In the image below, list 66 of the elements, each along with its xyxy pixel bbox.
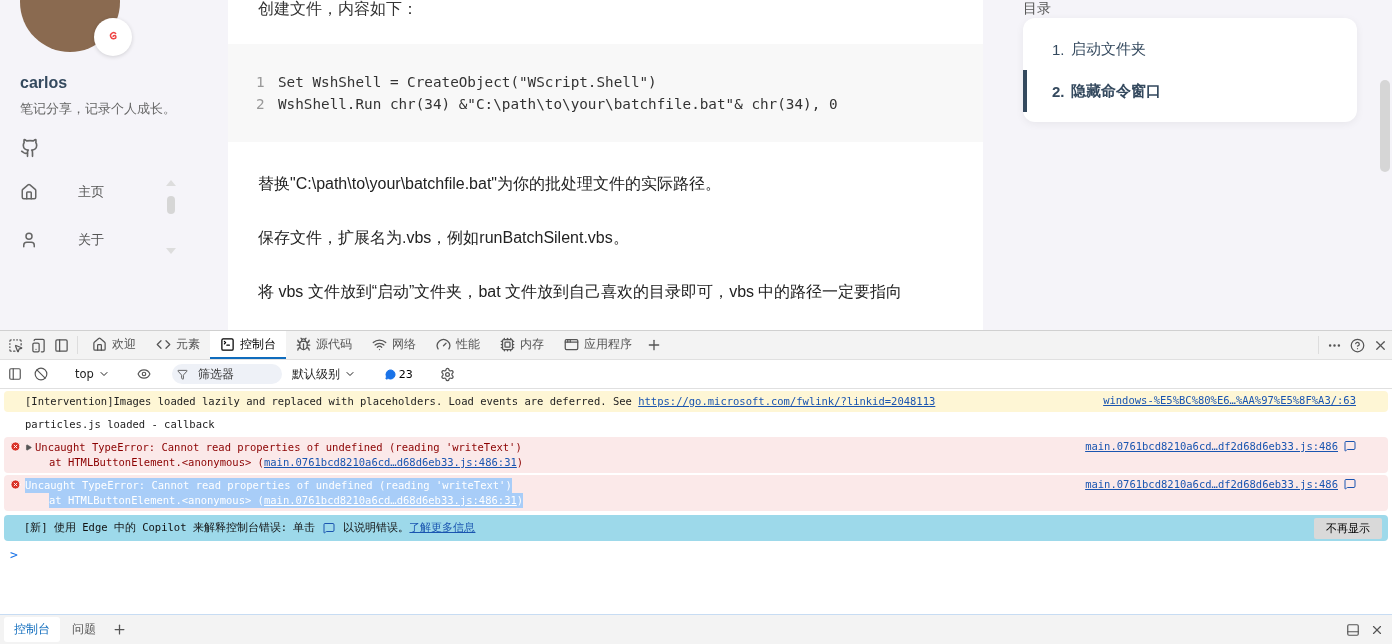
copilot-icon <box>323 522 336 534</box>
devtools-tab[interactable]: 性能 <box>426 331 490 359</box>
error-icon <box>10 441 21 452</box>
message-text: Uncaught TypeError: Cannot read properties of undefined (reading 'writeText') <box>35 440 522 455</box>
dismiss-button[interactable]: 不再显示 <box>1314 517 1382 539</box>
home-icon <box>92 336 107 352</box>
author-bio: 笔记分享，记录个人成长。 <box>20 100 177 118</box>
message-icon <box>384 368 396 380</box>
devtools-tab[interactable]: 源代码 <box>286 331 362 359</box>
stack-text: ) <box>516 455 524 470</box>
toc-link[interactable]: 1. 启动文件夹 <box>1023 28 1357 70</box>
bug-icon <box>296 336 311 352</box>
line-number: 2 <box>256 96 266 112</box>
devtools-tab[interactable]: 应用程序 <box>554 331 642 359</box>
article-paragraph: 保存文件，扩展名为.vbs，例如runBatchSilent.vbs。 <box>257 228 630 248</box>
message-count[interactable]: 23 <box>378 366 419 382</box>
copilot-icon[interactable] <box>1344 440 1356 452</box>
nav-link[interactable]: 主页 <box>20 168 164 216</box>
level-dropdown[interactable]: 默认级别 <box>285 366 362 382</box>
home-icon <box>20 183 38 201</box>
toc-link[interactable]: 2. 隐藏命令窗口 <box>1023 70 1357 112</box>
code-line: WshShell.Run chr(34) &"C:\path\to\your\batchfile.bat"& chr(34), 0 <box>278 96 838 112</box>
nav-link[interactable]: 关于 <box>20 216 164 264</box>
filter-field[interactable]: 筛选器 <box>195 366 270 382</box>
article-paragraph: 替换"C:\path\to\your\batchfile.bat"为你的批处理文件的实际路径。 <box>257 174 723 194</box>
source-link[interactable]: main.0761bcd8210a6cd…df2d68d6eb33.js:486 <box>1085 440 1338 452</box>
context-dropdown[interactable]: top <box>69 367 116 381</box>
devtools-tab[interactable]: 内存 <box>490 331 554 359</box>
devtools-tab[interactable]: 网络 <box>362 331 426 359</box>
learn-more-link[interactable]: 了解更多信息 <box>409 521 476 535</box>
error-icon <box>10 479 21 490</box>
gauge-icon <box>436 336 451 352</box>
stack-link[interactable]: main.0761bcd8210a6cd…d68d6eb33.js:486:31 <box>263 455 517 470</box>
user-icon <box>20 231 38 249</box>
article-text: 创建文件，内容如下： <box>257 0 419 19</box>
message-text: particles.js loaded - callback <box>25 417 215 432</box>
article-paragraph: 将 vbs 文件放到“启动”文件夹，bat 文件放到自己喜欢的目录即可，vbs 中的路径一定要指向 <box>257 282 904 302</box>
message-text: [Intervention]Images loaded lazily and replaced with placeholders. Load events are deferred. See <box>25 394 633 409</box>
drawer-tab[interactable]: 控制台 <box>4 617 60 642</box>
console-prompt[interactable]: > <box>4 543 1388 562</box>
wifi-icon <box>372 336 387 352</box>
expand-icon[interactable] <box>25 444 32 451</box>
window-icon <box>564 336 579 352</box>
source-link[interactable]: main.0761bcd8210a6cd…df2d68d6eb33.js:486 <box>1085 478 1338 490</box>
terminal-icon <box>220 336 235 352</box>
banner-text: [新] 使用 Edge 中的 Copilot 来解释控制台错误: 单击 <box>24 521 316 535</box>
line-number: 1 <box>256 74 266 90</box>
stack-text: at HTMLButtonElement.<anonymous> ( <box>49 493 264 508</box>
message-link[interactable]: https://go.microsoft.com/fwlink/?linkid=2048113 <box>638 394 936 409</box>
message-text: Uncaught TypeError: Cannot read properties of undefined (reading 'writeText') <box>25 478 512 493</box>
author-name: carlos <box>20 74 69 92</box>
banner-text: 以说明错误。 <box>343 521 410 535</box>
github-icon[interactable] <box>20 138 40 158</box>
code-line: Set WshShell = CreateObject("WScript.Shell") <box>278 74 657 90</box>
drawer-tab[interactable]: 问题 <box>62 617 106 642</box>
stack-text: ) <box>516 493 524 508</box>
devtools-tab[interactable]: 控制台 <box>210 331 286 359</box>
filter-icon <box>176 368 188 380</box>
chip-icon <box>500 336 515 352</box>
stack-text: at HTMLButtonElement.<anonymous> ( <box>49 455 264 470</box>
toc-title: 目录 <box>1023 0 1052 16</box>
devtools-tab[interactable]: 欢迎 <box>82 331 146 359</box>
source-link[interactable]: windows-%E5%BC%80%E6…%AA%97%E5%8F%A3/:63 <box>1103 394 1356 406</box>
filter-box[interactable]: 筛选器 <box>171 364 282 384</box>
devtools-tab[interactable]: 元素 <box>146 331 210 359</box>
copilot-icon[interactable] <box>1344 478 1356 490</box>
